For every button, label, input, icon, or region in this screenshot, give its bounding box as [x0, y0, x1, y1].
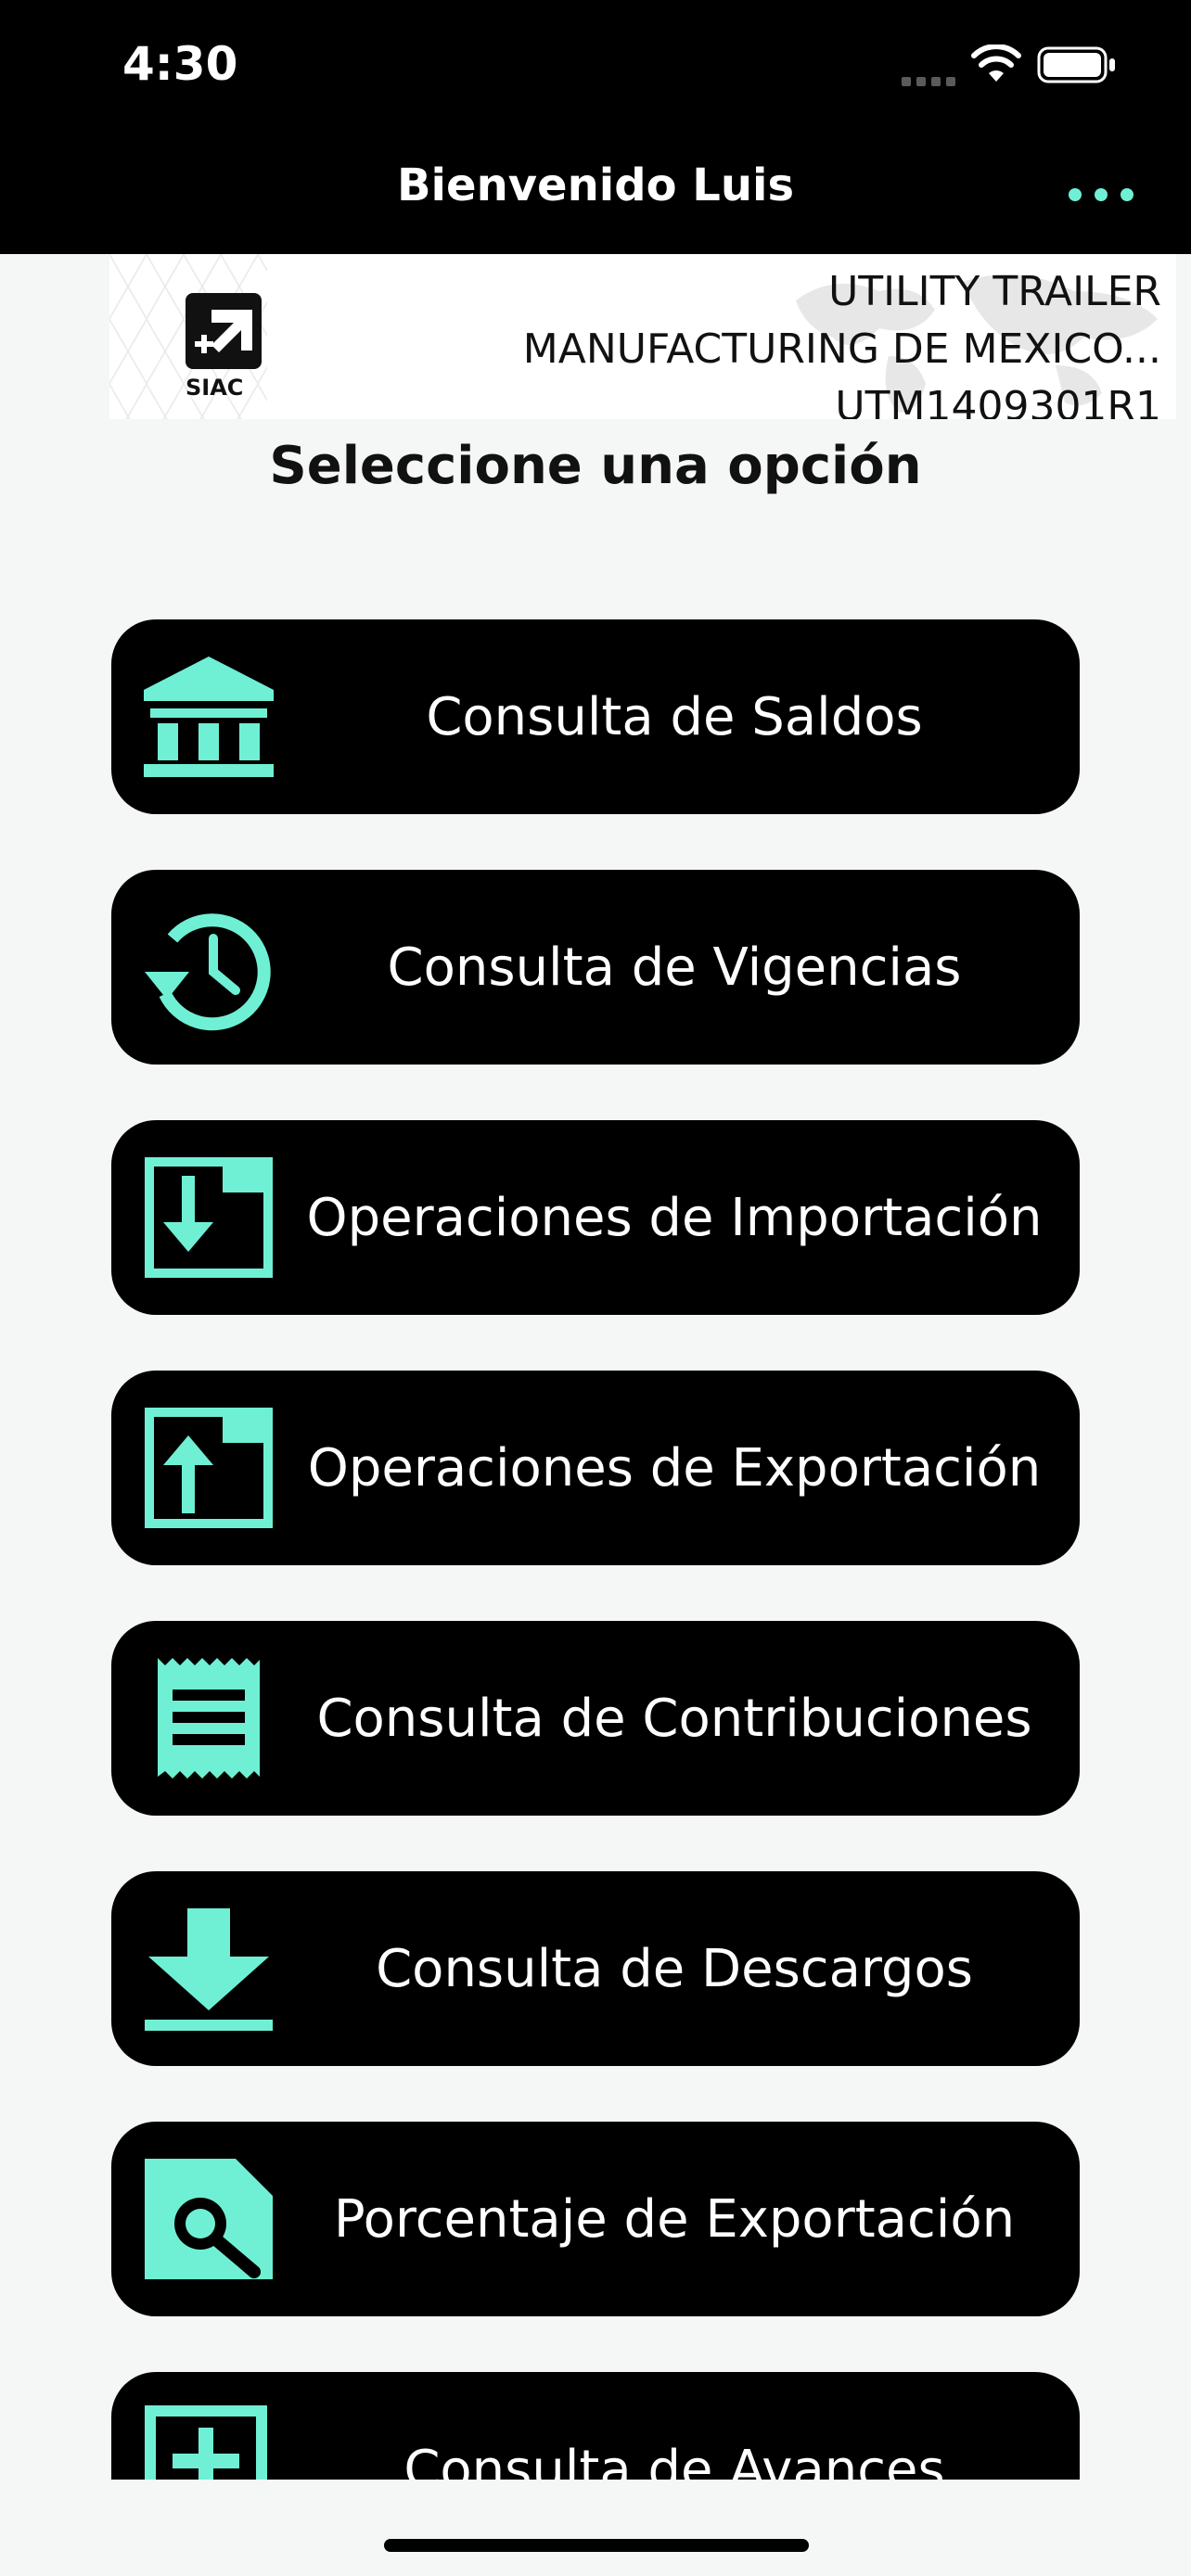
exportacion-label: Operaciones de Exportación	[307, 1437, 1042, 1498]
more-horizontal-icon[interactable]	[1069, 184, 1133, 206]
saldos-button[interactable]: Consulta de Saldos	[111, 619, 1080, 814]
select-option-heading: Seleccione una opción	[269, 436, 922, 496]
export-tray-icon	[145, 1408, 273, 1528]
descargos-label: Consulta de Descargos	[376, 1938, 973, 1999]
logo-text: SIAC	[186, 375, 243, 401]
navigation-bar: Bienvenido Luis	[0, 130, 1191, 254]
vigencias-button[interactable]: Consulta de Vigencias	[111, 870, 1080, 1065]
company-name-line1: UTILITY TRAILER	[828, 268, 1161, 315]
siac-logo: SIAC	[186, 293, 262, 401]
vigencias-label: Consulta de Vigencias	[387, 937, 962, 998]
download-icon	[145, 1908, 273, 2031]
porcentaje-label: Porcentaje de Exportación	[333, 2188, 1016, 2250]
file-search-icon	[145, 2159, 273, 2279]
importacion-label: Operaciones de Importación	[306, 1187, 1043, 1248]
importacion-button[interactable]: Operaciones de Importación	[111, 1120, 1080, 1315]
avances-button[interactable]: Consulta de Avances	[111, 2372, 1080, 2480]
history-icon	[145, 913, 271, 1031]
menu-list[interactable]: Consulta de Saldos Consulta de Vigencias…	[0, 603, 1191, 2480]
bank-icon	[144, 657, 274, 777]
company-info: UTILITY TRAILER MANUFACTURING DE MEXICO.…	[523, 263, 1161, 419]
descargos-button[interactable]: Consulta de Descargos	[111, 1871, 1080, 2066]
cellular-signal-icon	[902, 72, 961, 90]
company-name-line2: MANUFACTURING DE MEXICO...	[522, 325, 1161, 373]
avances-label: Consulta de Avances	[403, 2439, 945, 2480]
add-box-icon	[145, 2405, 267, 2480]
home-indicator[interactable]	[384, 2539, 809, 2552]
battery-icon	[1037, 46, 1115, 83]
page-title: Bienvenido Luis	[396, 159, 795, 211]
status-time: 4:30	[122, 37, 238, 91]
saldos-label: Consulta de Saldos	[426, 686, 923, 747]
status-bar: 4:30	[0, 0, 1191, 130]
import-tray-icon	[145, 1157, 273, 1278]
wifi-icon	[971, 45, 1021, 82]
contribuciones-button[interactable]: Consulta de Contribuciones	[111, 1621, 1080, 1816]
contribuciones-label: Consulta de Contribuciones	[316, 1688, 1032, 1749]
porcentaje-button[interactable]: Porcentaje de Exportación	[111, 2122, 1080, 2316]
receipt-icon	[158, 1658, 260, 1779]
company-rfc: UTM1409301R1	[835, 383, 1161, 419]
exportacion-button[interactable]: Operaciones de Exportación	[111, 1371, 1080, 1565]
company-banner: SIAC UTILITY TRAILER MANUFACTURING DE ME…	[109, 254, 1176, 419]
